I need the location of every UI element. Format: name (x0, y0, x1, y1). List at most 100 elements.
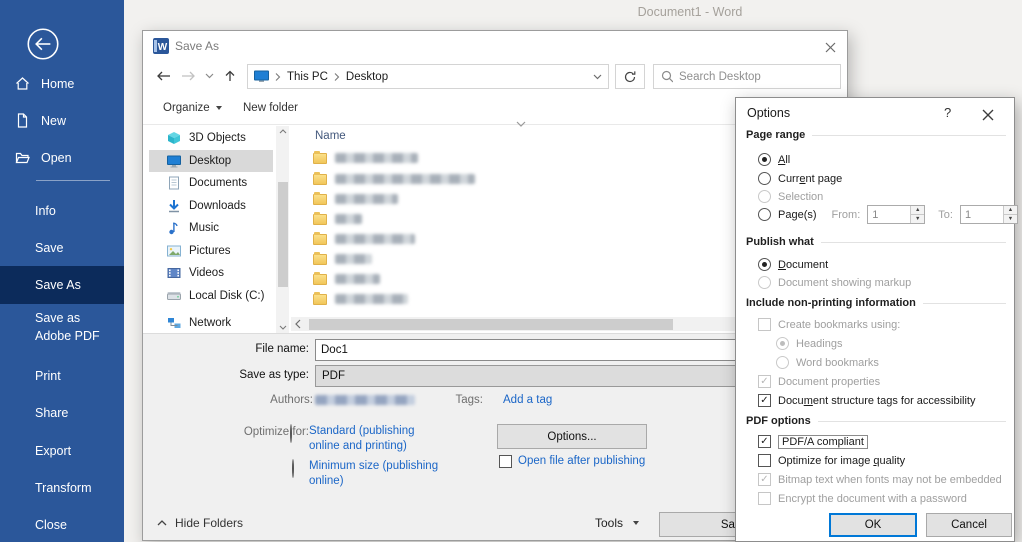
file-row[interactable] (313, 149, 418, 167)
to-value[interactable]: 1 (961, 206, 1003, 223)
nav-item-music[interactable]: Music (149, 217, 273, 239)
scroll-left-icon[interactable] (295, 319, 301, 329)
back-button[interactable] (26, 27, 60, 61)
from-value[interactable]: 1 (868, 206, 910, 223)
file-row[interactable] (313, 270, 380, 288)
options-button[interactable]: Options... (497, 424, 647, 449)
checkbox-structure-tags[interactable]: Document structure tags for accessibilit… (758, 393, 975, 408)
spin-up-icon[interactable]: ▲ (911, 206, 924, 215)
sidebar-item-close[interactable]: Close (0, 506, 124, 542)
checkbox-create-bookmarks: Create bookmarks using: (758, 317, 900, 332)
cancel-button[interactable]: Cancel (926, 513, 1012, 537)
breadcrumb-separator-icon (334, 72, 340, 82)
open-after-publishing-label[interactable]: Open file after publishing (518, 455, 645, 467)
group-pdf-options: PDF options (746, 415, 1006, 427)
checkbox-icon[interactable] (758, 394, 771, 407)
search-box[interactable] (653, 64, 841, 89)
sidebar-item-share[interactable]: Share (0, 394, 124, 432)
address-dropdown-icon[interactable] (593, 74, 602, 80)
sidebar-item-save-as[interactable]: Save As (0, 266, 124, 304)
column-header-name[interactable]: Name (315, 130, 346, 142)
breadcrumb-this-pc[interactable]: This PC (287, 71, 328, 83)
checkbox-image-quality[interactable]: Optimize for image quality (758, 453, 905, 468)
optimize-minimum-radio[interactable] (292, 459, 294, 478)
organize-menu[interactable]: Organize (163, 102, 222, 114)
to-spinner[interactable]: 1 ▲▼ (960, 205, 1018, 224)
sidebar-item-home[interactable]: Home (0, 65, 124, 102)
radio-document[interactable]: Document (758, 257, 828, 272)
radio-pages[interactable]: Page(s) From: 1 ▲▼ To: 1 ▲▼ (758, 207, 1018, 222)
add-a-tag-link[interactable]: Add a tag (503, 394, 552, 406)
file-row[interactable] (313, 190, 398, 208)
file-row[interactable] (313, 290, 408, 308)
file-row[interactable] (313, 250, 372, 268)
sidebar-item-export[interactable]: Export (0, 432, 124, 470)
options-close-button[interactable] (980, 107, 996, 123)
nav-item-pictures[interactable]: Pictures (149, 240, 273, 262)
radio-icon[interactable] (758, 172, 771, 185)
optimize-minimum-label[interactable]: Minimum size (publishing online) (309, 459, 439, 489)
radio-icon[interactable] (758, 208, 771, 221)
sidebar-item-open[interactable]: Open (0, 139, 124, 176)
redacted-file-name (335, 153, 418, 163)
save-as-type-label: Save as type: (199, 369, 309, 381)
group-page-range: Page range (746, 129, 1006, 141)
checkbox-icon[interactable] (758, 435, 771, 448)
breadcrumb-desktop[interactable]: Desktop (346, 71, 388, 83)
nav-item-videos[interactable]: Videos (149, 262, 273, 284)
checkbox-pdfa-compliant[interactable]: PDF/A compliant (758, 434, 868, 449)
from-spinner[interactable]: 1 ▲▼ (867, 205, 925, 224)
nav-scrollbar-thumb[interactable] (278, 182, 288, 287)
sidebar-item-new[interactable]: New (0, 102, 124, 139)
scroll-up-icon[interactable] (279, 129, 287, 134)
checkbox-icon[interactable] (758, 454, 771, 467)
radio-current-page[interactable]: Current page (758, 171, 842, 186)
horizontal-scrollbar-thumb[interactable] (309, 319, 673, 330)
dialog-close-button[interactable] (823, 40, 837, 54)
spin-up-icon[interactable]: ▲ (1004, 206, 1017, 215)
nav-back-button[interactable] (155, 70, 171, 82)
nav-item-local-disk[interactable]: Local Disk (C:) (149, 285, 273, 307)
svg-text:W: W (158, 42, 168, 53)
pdf-options-dialog: Options ? Page range All Current page Se… (735, 97, 1015, 542)
radio-icon[interactable] (758, 153, 771, 166)
nav-item-downloads[interactable]: Downloads (149, 195, 273, 217)
nav-scrollbar[interactable] (276, 126, 289, 333)
file-row[interactable] (313, 230, 415, 248)
spin-down-icon[interactable]: ▼ (1004, 215, 1017, 223)
file-row[interactable] (313, 170, 475, 188)
address-bar[interactable]: This PC Desktop (247, 64, 609, 89)
to-label: To: (938, 209, 953, 221)
nav-item-network[interactable]: Network (149, 312, 273, 334)
up-one-level-button[interactable] (223, 69, 237, 83)
sidebar-item-print[interactable]: Print (0, 357, 124, 395)
nav-forward-button[interactable] (181, 70, 197, 82)
new-folder-button[interactable]: New folder (243, 102, 298, 114)
hide-folders-button[interactable]: Hide Folders (157, 516, 243, 530)
scroll-down-icon[interactable] (279, 325, 287, 330)
network-icon (166, 315, 182, 331)
radio-icon[interactable] (758, 258, 771, 271)
recent-locations-dropdown[interactable] (205, 73, 214, 79)
optimize-standard-label[interactable]: Standard (publishing online and printing… (309, 424, 439, 454)
group-publish-what: Publish what (746, 236, 1006, 248)
radio-all[interactable]: All (758, 152, 790, 167)
nav-item-3d-objects[interactable]: 3D Objects (149, 127, 273, 149)
sort-ascending-icon[interactable] (516, 121, 526, 127)
optimize-standard-radio[interactable] (290, 424, 292, 443)
search-input[interactable] (679, 71, 833, 83)
open-after-publishing-checkbox[interactable] (499, 455, 512, 468)
documents-icon (166, 175, 182, 191)
sidebar-item-transform[interactable]: Transform (0, 469, 124, 507)
file-row[interactable] (313, 210, 362, 228)
nav-item-documents[interactable]: Documents (149, 172, 273, 194)
help-button[interactable]: ? (944, 105, 951, 120)
ok-button[interactable]: OK (829, 513, 917, 537)
spin-down-icon[interactable]: ▼ (911, 215, 924, 223)
tools-menu[interactable]: Tools (595, 516, 639, 530)
sidebar-item-info[interactable]: Info (0, 192, 124, 230)
refresh-button[interactable] (615, 64, 645, 89)
sidebar-item-save[interactable]: Save (0, 229, 124, 267)
sidebar-item-save-as-adobe-pdf[interactable]: Save as Adobe PDF (0, 304, 124, 354)
nav-item-desktop[interactable]: Desktop (149, 150, 273, 172)
